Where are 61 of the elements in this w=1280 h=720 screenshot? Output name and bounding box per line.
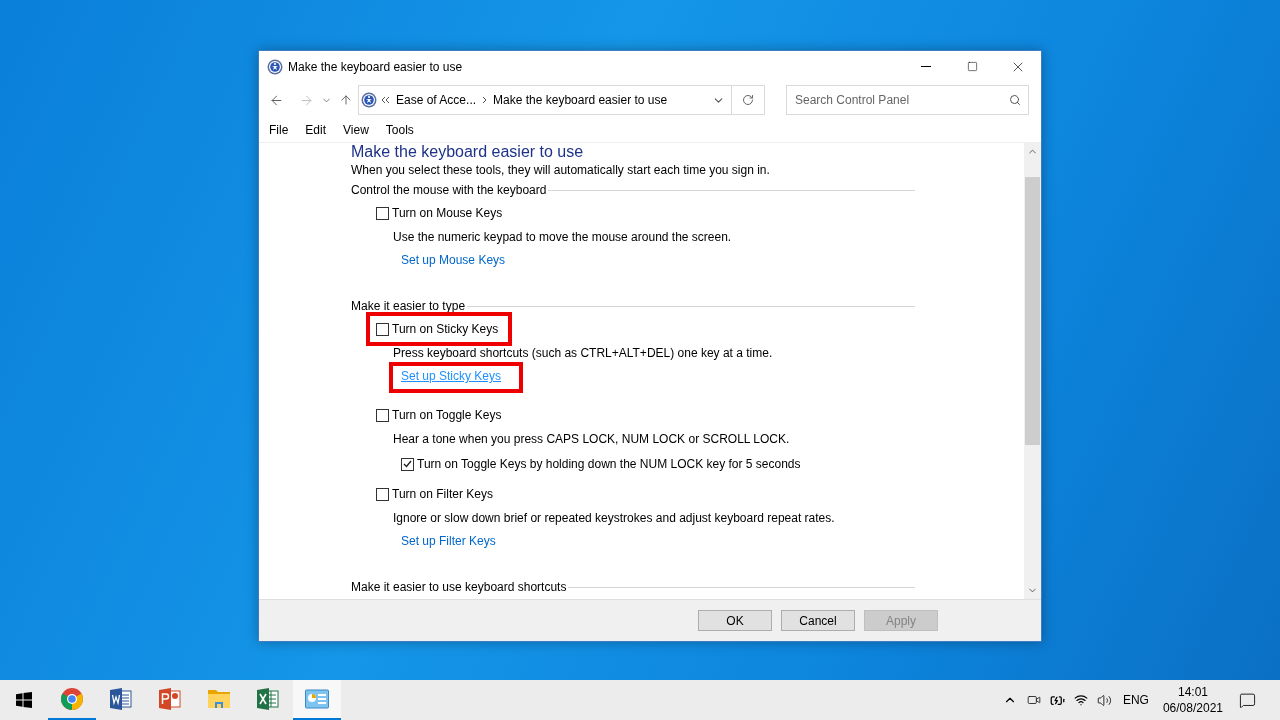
window-title: Make the keyboard easier to use [288, 58, 463, 76]
checkbox-label[interactable]: Turn on Toggle Keys by holding down the NUM LOCK key for 5 seconds [417, 455, 801, 473]
section-title: Make it easier to type [351, 298, 466, 315]
check-icon [403, 460, 412, 468]
refresh-icon [742, 94, 754, 106]
camera-icon[interactable] [1026, 693, 1041, 707]
chevrons-icon [381, 96, 390, 104]
checkbox[interactable] [376, 206, 389, 220]
control-panel-icon [305, 689, 329, 709]
clock-time: 14:01 [1177, 684, 1208, 700]
description-text: Use the numeric keypad to move the mouse around the screen. [393, 229, 732, 246]
section-title: Control the mouse with the keyboard [351, 182, 547, 199]
forward-arrow-icon [299, 92, 314, 108]
checkbox[interactable] [376, 408, 389, 422]
checkbox-label[interactable]: Turn on Toggle Keys [392, 406, 502, 424]
checkbox[interactable] [401, 457, 414, 471]
ease-of-access-icon [361, 92, 377, 108]
clock[interactable]: 14:01 06/08/2021 [1162, 684, 1223, 716]
menu-item[interactable]: File [269, 121, 289, 139]
taskbar-app[interactable] [293, 680, 341, 720]
checkbox-label[interactable]: Turn on Sticky Keys [392, 320, 499, 338]
windows-logo-icon [16, 692, 32, 708]
checkbox[interactable] [376, 487, 389, 501]
description-text: Press keyboard shortcuts (such as CTRL+ALT+DEL) one key at a time. [393, 345, 773, 362]
wifi-icon[interactable] [1073, 693, 1088, 707]
ease-of-access-icon [267, 58, 283, 75]
language-indicator[interactable]: ENG [1122, 691, 1149, 709]
checkbox-label[interactable]: Turn on Mouse Keys [392, 204, 503, 222]
up-arrow-icon [339, 93, 353, 107]
dialog-button[interactable]: Cancel [781, 610, 855, 631]
search-icon [1009, 94, 1021, 106]
section-title: Make it easier to use keyboard shortcuts [351, 579, 567, 596]
breadcrumb-item[interactable]: Ease of Acce... [396, 91, 477, 109]
scrollbar[interactable] [1024, 143, 1041, 599]
clock-date: 06/08/2021 [1162, 700, 1223, 716]
minimize-icon [921, 66, 931, 67]
maximize-icon [966, 61, 978, 72]
checkbox-label[interactable]: Turn on Filter Keys [392, 485, 493, 503]
separator-icon [482, 96, 488, 104]
checkbox[interactable] [376, 322, 389, 336]
menu-item[interactable]: Edit [305, 121, 327, 139]
setup-link[interactable]: Set up Mouse Keys [401, 253, 506, 267]
search-field[interactable]: Search Control Panel [786, 85, 1029, 115]
page-heading: Make the keyboard easier to use [351, 143, 584, 161]
setup-link[interactable]: Set up Filter Keys [401, 534, 496, 548]
volume-icon[interactable] [1096, 692, 1112, 708]
intro-text: When you select these tools, they will automatically start each time you sign in. [351, 162, 770, 179]
menu-item[interactable]: View [343, 121, 369, 139]
scroll-thumb[interactable] [1025, 177, 1040, 445]
browser-icon [61, 688, 83, 710]
breadcrumb-item[interactable]: Make the keyboard easier to use [493, 91, 668, 109]
spreadsheet-app-icon [256, 687, 280, 711]
dialog-button[interactable]: OK [698, 610, 772, 631]
presentation-app-icon [158, 687, 182, 711]
address-bar[interactable]: Ease of Acce... Make the keyboard easier to use [358, 85, 765, 115]
description-text: Hear a tone when you press CAPS LOCK, NUM LOCK or SCROLL LOCK. [393, 431, 790, 448]
document-app-icon [109, 687, 133, 711]
description-text: Ignore or slow down brief or repeated keystrokes and adjust keyboard repeat rates. [393, 510, 835, 527]
notifications-icon[interactable] [1239, 691, 1256, 709]
menu-item[interactable]: Tools [385, 121, 414, 139]
folder-icon [207, 688, 231, 710]
